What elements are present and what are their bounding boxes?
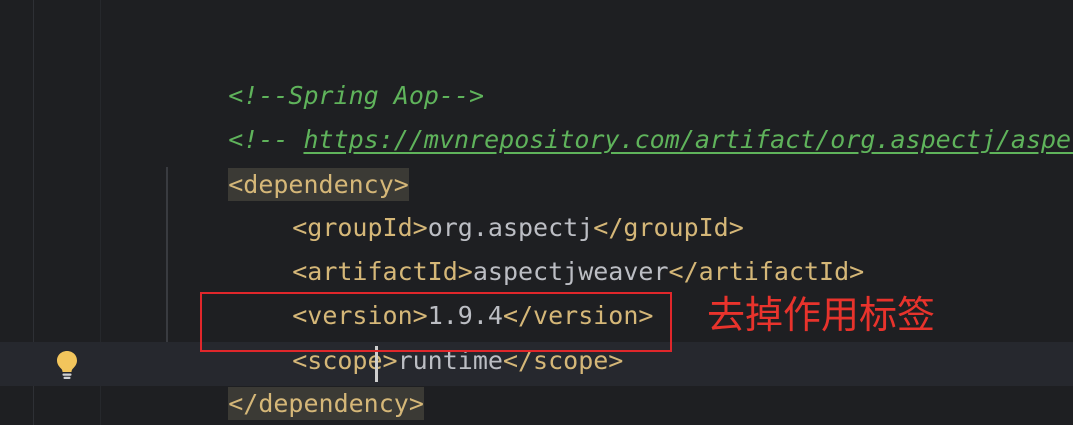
code-line-artifactid[interactable]: <artifactId>aspectjweaver</artifactId> (232, 212, 864, 286)
code-line-groupid[interactable]: <groupId>org.aspectj</groupId> (232, 168, 744, 242)
annotation-note: 去掉作用标签 (707, 293, 936, 337)
code-line-comment-spring[interactable]: <!--Spring Aop--> (168, 36, 484, 110)
comment-url-link[interactable]: https://mvnrepository.com/artifact/org.a… (303, 125, 1073, 154)
annotation-highlight-box (200, 292, 672, 352)
code-editor[interactable]: --> <!--Spring Aop--> <!-- https://mvnre… (0, 0, 1073, 425)
lightbulb-icon[interactable] (55, 349, 79, 381)
artifactid-close-tag: </artifactId> (668, 257, 865, 286)
code-line-dependency-open[interactable]: <dependency> (168, 125, 409, 201)
code-line-comment-url[interactable]: <!-- https://mvnrepository.com/artifact/… (168, 80, 1073, 154)
dependency-close-tag: </dependency> (228, 387, 424, 420)
code-line-version[interactable]: <version>1.9.4</version> (232, 256, 653, 330)
